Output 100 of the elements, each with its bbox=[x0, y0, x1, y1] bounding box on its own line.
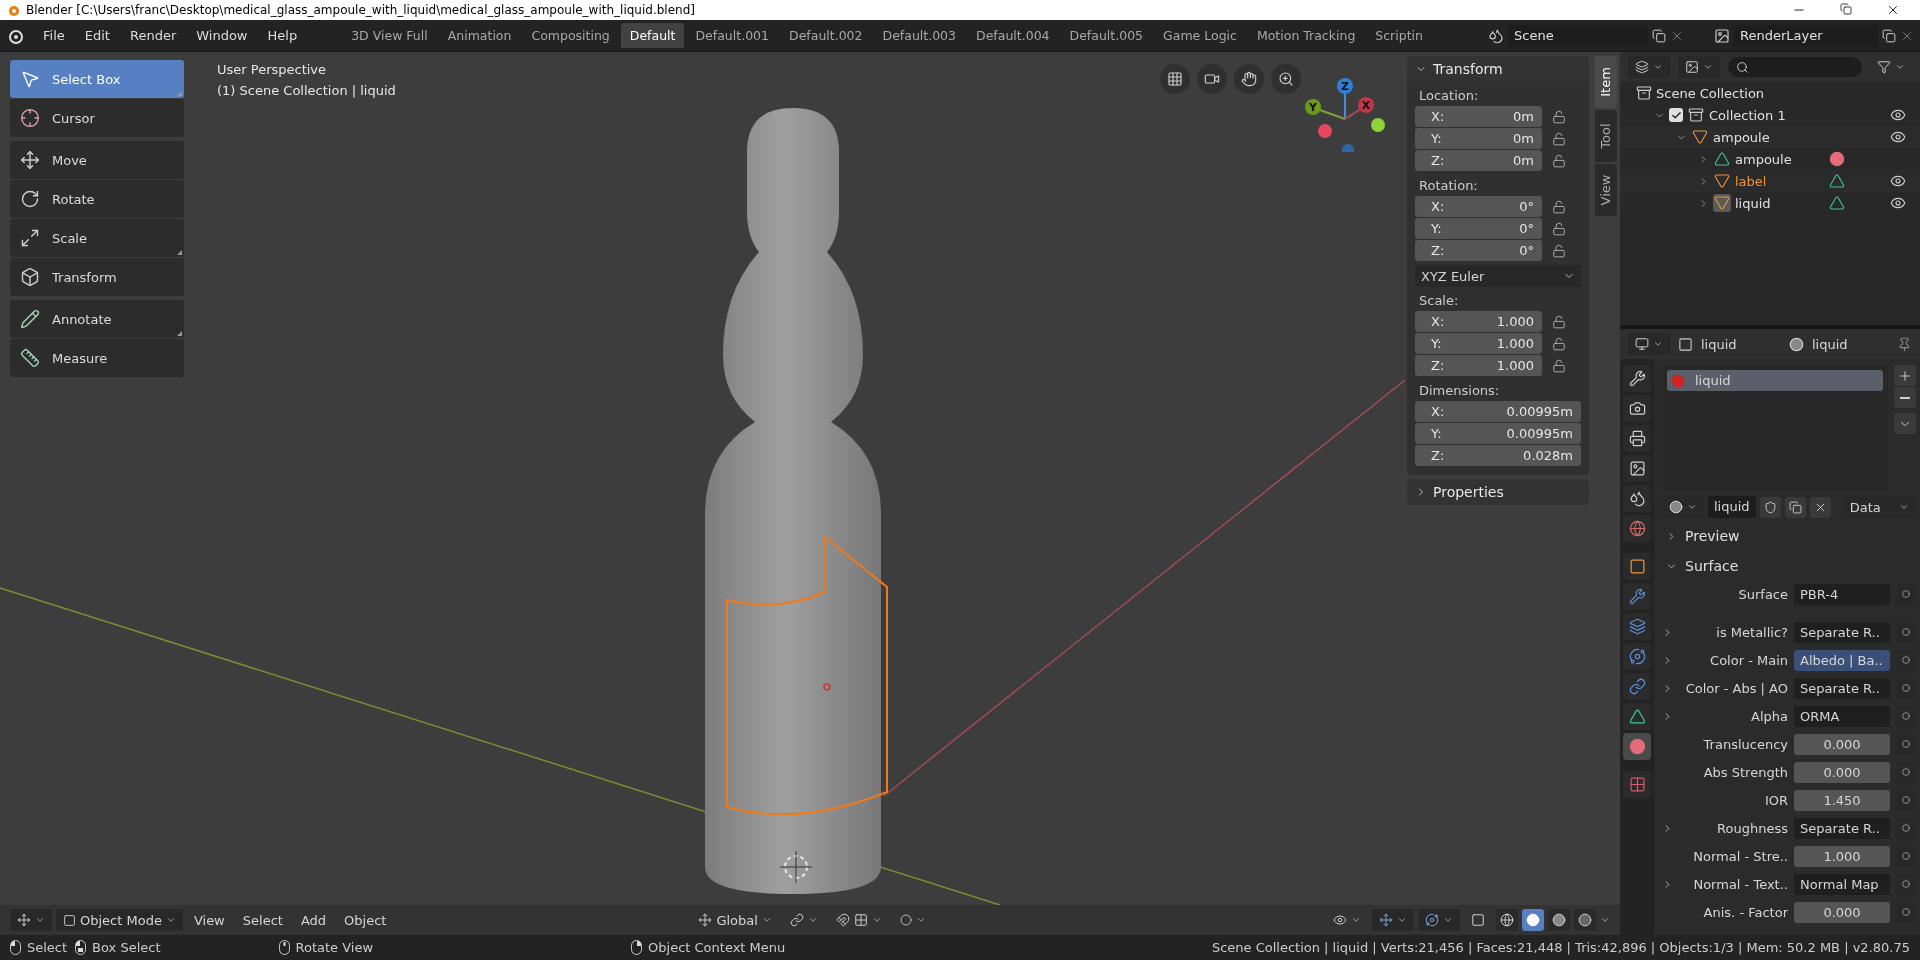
sidebar-tab[interactable]: Tool bbox=[1595, 110, 1617, 162]
tool-button[interactable]: Scale bbox=[10, 219, 184, 257]
shading-button[interactable] bbox=[1522, 909, 1544, 931]
workspace-tab[interactable]: Default.001 bbox=[686, 23, 778, 48]
panel-header[interactable]: Surface bbox=[1662, 553, 1916, 579]
properties-tab[interactable] bbox=[1623, 643, 1651, 670]
number-field[interactable]: X: 0° bbox=[1415, 196, 1542, 217]
menu-item[interactable]: Edit bbox=[75, 24, 119, 47]
add-slot-button[interactable] bbox=[1894, 365, 1916, 386]
display-mode-button[interactable] bbox=[1628, 56, 1670, 78]
overlay-button[interactable] bbox=[1418, 909, 1460, 931]
node-link-field[interactable]: Separate R.. bbox=[1794, 677, 1890, 699]
properties-tab[interactable] bbox=[1623, 703, 1651, 730]
workspace-tab[interactable]: 3D View Full bbox=[342, 23, 437, 48]
workspace-tab[interactable]: Game Logic bbox=[1154, 23, 1246, 48]
search-field[interactable] bbox=[1728, 57, 1862, 77]
link-dropdown[interactable]: Data bbox=[1842, 496, 1916, 518]
shading-button[interactable] bbox=[1574, 909, 1596, 931]
number-field[interactable]: 1.450 bbox=[1794, 789, 1890, 811]
number-field[interactable]: X: 1.000 bbox=[1415, 311, 1542, 332]
scene-field[interactable]: Scene bbox=[1508, 24, 1648, 47]
tool-button[interactable]: Move bbox=[10, 141, 184, 179]
header-menu[interactable]: View bbox=[186, 909, 232, 931]
header-menu[interactable]: Object bbox=[337, 909, 394, 931]
panel-header[interactable]: Properties bbox=[1407, 479, 1589, 505]
orientation-dropdown[interactable]: Global bbox=[691, 909, 779, 931]
properties-tab[interactable] bbox=[1623, 425, 1651, 452]
rotation-mode-dropdown[interactable]: XYZ Euler bbox=[1415, 265, 1581, 287]
node-link-field[interactable]: Albedo | Ba.. bbox=[1794, 649, 1890, 671]
duplicate-button[interactable] bbox=[1784, 496, 1806, 518]
menu-item[interactable]: File bbox=[34, 24, 74, 47]
axis-gizmo-drawing[interactable]: Z Y X bbox=[1305, 78, 1385, 152]
material-slot[interactable]: liquid bbox=[1667, 370, 1883, 391]
number-field[interactable]: Y: 1.000 bbox=[1415, 333, 1542, 354]
outliner-item[interactable]: Scene Collection bbox=[1656, 85, 1765, 101]
node-link-field[interactable]: Separate R.. bbox=[1794, 817, 1890, 839]
node-link-field[interactable]: PBR-4 bbox=[1794, 583, 1890, 605]
properties-tab[interactable] bbox=[1623, 485, 1651, 512]
view-layer-field[interactable]: RenderLayer bbox=[1734, 24, 1878, 47]
mode-dropdown[interactable]: Object Mode bbox=[56, 909, 183, 931]
pan-button[interactable] bbox=[1234, 64, 1264, 94]
properties-tab[interactable] bbox=[1623, 613, 1651, 640]
outliner-item[interactable]: label bbox=[1735, 173, 1807, 189]
number-field[interactable]: Y: 0m bbox=[1415, 128, 1542, 149]
material-name-field[interactable]: liquid bbox=[1708, 496, 1756, 518]
number-field[interactable]: 0.000 bbox=[1794, 901, 1890, 923]
workspace-tab[interactable]: Default.002 bbox=[780, 23, 872, 48]
number-field[interactable]: Z: 0m bbox=[1415, 150, 1542, 171]
number-field[interactable]: Y: 0.00995m bbox=[1415, 423, 1581, 444]
number-field[interactable]: Z: 0.028m bbox=[1415, 445, 1581, 466]
view-layer-mode-button[interactable] bbox=[1678, 56, 1720, 78]
tool-button[interactable]: Annotate bbox=[10, 300, 184, 338]
camera-view-button[interactable] bbox=[1197, 64, 1227, 94]
properties-tab[interactable] bbox=[1623, 365, 1651, 392]
number-field[interactable]: 0.000 bbox=[1794, 733, 1890, 755]
sidebar-tab[interactable]: View bbox=[1595, 164, 1617, 216]
number-field[interactable]: 1.000 bbox=[1794, 845, 1890, 867]
number-field[interactable]: X: 0m bbox=[1415, 106, 1542, 127]
shading-button[interactable] bbox=[1548, 909, 1570, 931]
number-field[interactable]: Z: 0° bbox=[1415, 240, 1542, 261]
properties-tab[interactable] bbox=[1623, 515, 1651, 542]
menu-item[interactable]: Window bbox=[187, 24, 257, 47]
checkbox[interactable] bbox=[1669, 108, 1683, 122]
workspace-tab[interactable]: Default.003 bbox=[873, 23, 966, 48]
sidebar-tab[interactable]: Item bbox=[1595, 56, 1617, 108]
remove-slot-button[interactable] bbox=[1894, 387, 1916, 408]
outliner-item[interactable]: ampoule bbox=[1713, 129, 1785, 145]
editor-type-button[interactable] bbox=[10, 909, 52, 931]
tool-button[interactable]: Measure bbox=[10, 339, 184, 377]
number-field[interactable]: Z: 1.000 bbox=[1415, 355, 1542, 376]
workspace-tab[interactable]: Scriptin bbox=[1366, 23, 1432, 48]
properties-tab[interactable] bbox=[1623, 673, 1651, 700]
header-menu[interactable]: Add bbox=[293, 909, 334, 931]
properties-tab[interactable] bbox=[1623, 553, 1651, 580]
shading-button[interactable] bbox=[1496, 909, 1518, 931]
header-menu[interactable]: Select bbox=[235, 909, 290, 931]
tool-button[interactable]: Select Box bbox=[10, 60, 184, 98]
workspace-tab[interactable]: Motion Tracking bbox=[1247, 23, 1365, 48]
tool-button[interactable]: Transform bbox=[10, 258, 184, 296]
outliner-item[interactable]: liquid bbox=[1735, 195, 1807, 211]
menu-item[interactable]: Help bbox=[258, 24, 307, 47]
workspace-tab[interactable]: Compositing bbox=[522, 23, 619, 48]
grid-view-button[interactable] bbox=[1160, 64, 1190, 94]
outliner-item[interactable]: ampoule bbox=[1735, 151, 1807, 167]
outliner-item[interactable]: Collection 1 bbox=[1709, 107, 1786, 123]
workspace-tab[interactable]: Animation bbox=[438, 23, 521, 48]
tool-button[interactable]: Rotate bbox=[10, 180, 184, 218]
properties-tab[interactable] bbox=[1623, 395, 1651, 422]
properties-tab[interactable] bbox=[1623, 583, 1651, 610]
fake-user-button[interactable] bbox=[1759, 496, 1781, 518]
unlink-button[interactable] bbox=[1809, 496, 1831, 518]
properties-tab[interactable] bbox=[1623, 455, 1651, 482]
editor-type-button[interactable] bbox=[1628, 333, 1670, 355]
workspace-tab[interactable]: Default bbox=[620, 23, 685, 48]
workspace-tab[interactable]: Default.004 bbox=[967, 23, 1059, 48]
workspace-tab[interactable]: Default.005 bbox=[1060, 23, 1153, 48]
node-link-field[interactable]: ORMA bbox=[1794, 705, 1890, 727]
menu-item[interactable]: Render bbox=[120, 24, 186, 47]
number-field[interactable]: X: 0.00995m bbox=[1415, 401, 1581, 422]
gizmo-button[interactable] bbox=[1372, 909, 1414, 931]
